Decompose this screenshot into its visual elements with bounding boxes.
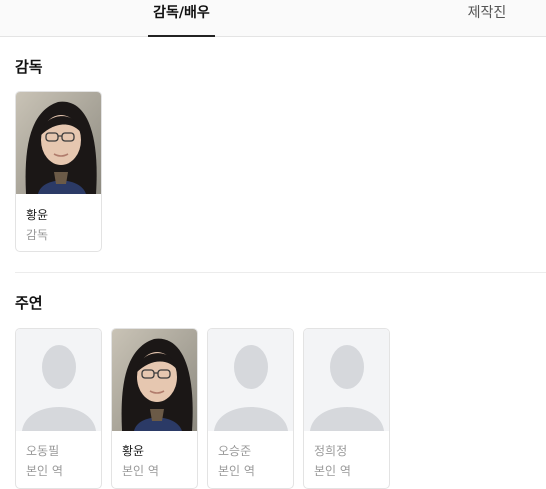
cast-card-3[interactable]: 오승준 본인 역	[207, 328, 294, 489]
person-photo	[16, 92, 101, 194]
cast-role: 본인 역	[122, 464, 159, 478]
person-photo	[112, 329, 197, 431]
silhouette-placeholder-icon	[16, 329, 101, 431]
silhouette-placeholder-icon	[208, 329, 293, 431]
director-card[interactable]: 황윤 감독	[15, 91, 102, 252]
cast-role: 본인 역	[218, 464, 255, 478]
tab-bar: 감독/배우 제작진	[0, 0, 546, 37]
cast-name: 오동필	[26, 444, 60, 458]
section-title-director: 감독	[15, 58, 43, 76]
silhouette-placeholder-icon	[304, 329, 389, 431]
cast-card-4[interactable]: 정희정 본인 역	[303, 328, 390, 489]
cast-card-2[interactable]: 황윤 본인 역	[111, 328, 198, 489]
tab-crew[interactable]: 제작진	[455, 0, 519, 37]
cast-role: 본인 역	[26, 464, 63, 478]
cast-card-1[interactable]: 오동필 본인 역	[15, 328, 102, 489]
cast-name: 오승준	[218, 444, 252, 458]
cast-role: 본인 역	[314, 464, 351, 478]
cast-name: 정희정	[314, 444, 348, 458]
cast-name: 황윤	[122, 444, 145, 458]
tab-cast[interactable]: 감독/배우	[148, 0, 215, 37]
section-divider	[15, 272, 546, 273]
director-role: 감독	[26, 228, 49, 242]
section-title-cast: 주연	[15, 294, 43, 312]
director-name: 황윤	[26, 208, 49, 222]
